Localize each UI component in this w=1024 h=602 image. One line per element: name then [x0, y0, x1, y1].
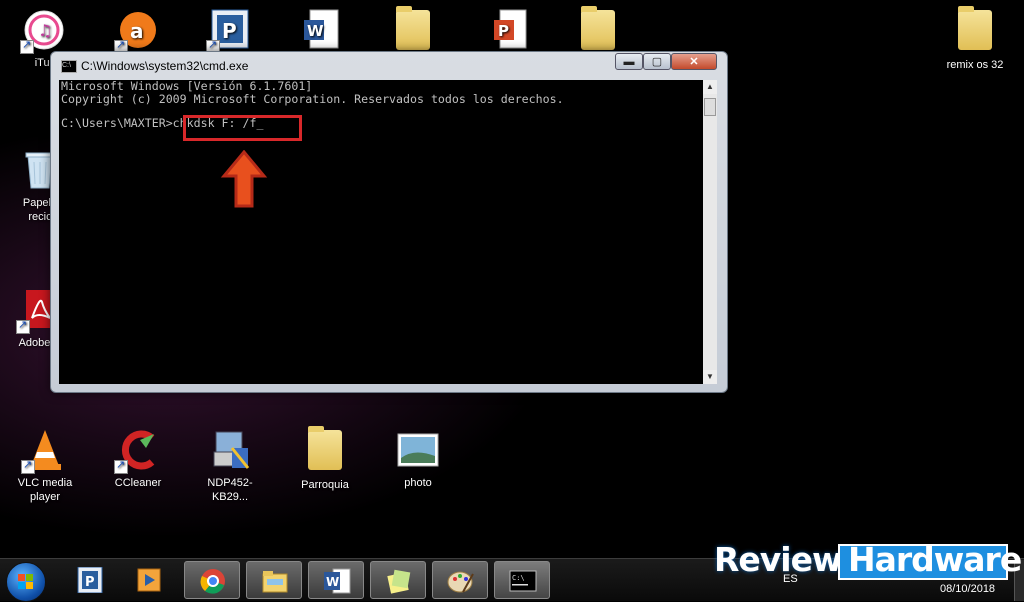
word-document-icon: W: [300, 8, 344, 52]
shortcut-arrow-icon: [114, 458, 128, 474]
image-file-icon: [396, 428, 440, 472]
desktop-icon-remix[interactable]: remix os 32: [935, 6, 1015, 72]
svg-text:P: P: [222, 19, 237, 43]
vertical-scrollbar[interactable]: ▲ ▼: [703, 80, 717, 384]
vlc-icon: [21, 428, 67, 474]
desktop-icon-label: Parroquia: [301, 479, 349, 491]
svg-text:P: P: [85, 575, 95, 590]
desktop-icon-powerpoint[interactable]: P: [470, 8, 550, 56]
folder-icon: [958, 6, 992, 50]
console-line: Microsoft Windows [Versión 6.1.7601]: [61, 79, 313, 93]
desktop-icon-word[interactable]: W: [282, 8, 362, 56]
desktop-icon-label: remix os 32: [946, 59, 1004, 71]
taskbar-word[interactable]: W: [308, 561, 364, 599]
maximize-button[interactable]: ▢: [643, 53, 671, 70]
desktop-icon-vlc[interactable]: VLC media player: [5, 428, 85, 504]
media-player-icon: [137, 568, 161, 592]
taskbar-media-player[interactable]: [122, 561, 178, 599]
desktop-icon-teamviewer[interactable]: P: [190, 8, 270, 56]
clock-date[interactable]: 08/10/2018: [940, 583, 995, 595]
up-arrow-icon: [220, 150, 268, 208]
itunes-icon: ♫: [20, 8, 66, 54]
ccleaner-icon: [114, 428, 160, 474]
watermark-review: Review: [714, 540, 842, 579]
taskbar-chrome[interactable]: [184, 561, 240, 599]
taskbar-sticky-notes[interactable]: [370, 561, 426, 599]
taskbar-teamviewer[interactable]: P: [62, 561, 118, 599]
svg-text:W: W: [307, 22, 324, 40]
folder-icon: [396, 6, 430, 50]
scroll-thumb[interactable]: [704, 98, 716, 116]
scroll-down-arrow-icon[interactable]: ▼: [703, 370, 717, 384]
desktop-icon-avast[interactable]: a: [98, 8, 178, 56]
taskbar-explorer[interactable]: [246, 561, 302, 599]
minimize-button[interactable]: ▬: [615, 53, 643, 70]
svg-text:♫: ♫: [38, 21, 52, 40]
desktop-icon-label: photo: [404, 477, 432, 489]
svg-text:a: a: [130, 19, 144, 43]
windows-logo-icon: [18, 574, 33, 589]
svg-text:W: W: [326, 575, 339, 589]
desktop-icon-ndp[interactable]: NDP452-KB29...: [190, 428, 270, 504]
shortcut-arrow-icon: [20, 38, 34, 54]
svg-text:P: P: [498, 22, 509, 40]
powerpoint-document-icon: P: [488, 8, 532, 52]
console-output[interactable]: Microsoft Windows [Versión 6.1.7601] Cop…: [59, 80, 703, 384]
start-button[interactable]: [6, 562, 46, 602]
desktop-icon-label: NDP452-KB29...: [207, 477, 253, 503]
taskbar-paint[interactable]: [432, 561, 488, 599]
scroll-up-arrow-icon[interactable]: ▲: [703, 80, 717, 94]
sticky-notes-icon: [387, 569, 411, 594]
shortcut-arrow-icon: [16, 318, 30, 334]
watermark-hardware: Hardware: [848, 540, 1022, 579]
cmd-title-icon: C:\: [61, 60, 77, 73]
cmd-icon: C:\: [509, 570, 537, 592]
installer-icon: [208, 428, 252, 472]
shortcut-arrow-icon: [21, 458, 35, 474]
cmd-window[interactable]: C:\ C:\Windows\system32\cmd.exe ▬ ▢ ✕ Mi…: [50, 51, 728, 393]
paint-icon: [447, 571, 474, 593]
cmd-titlebar[interactable]: C:\ C:\Windows\system32\cmd.exe ▬ ▢ ✕: [51, 52, 727, 78]
folder-icon: [308, 426, 342, 470]
teamviewer-icon: P: [77, 567, 103, 593]
desktop-icon-photo[interactable]: photo: [378, 428, 458, 490]
folder-icon: [581, 6, 615, 50]
taskbar-cmd[interactable]: C:\: [494, 561, 550, 599]
teamviewer-icon: P: [206, 8, 252, 54]
word-icon: W: [324, 568, 351, 594]
close-button[interactable]: ✕: [671, 53, 717, 70]
command-highlight-box: [183, 115, 302, 141]
desktop-icon-label: CCleaner: [114, 477, 162, 489]
desktop-icon-label: VLC media player: [17, 477, 73, 503]
avast-icon: a: [114, 8, 160, 54]
cmd-title: C:\Windows\system32\cmd.exe: [81, 59, 249, 73]
desktop-icon-parroquia[interactable]: Parroquia: [285, 426, 365, 492]
console-line: Copyright (c) 2009 Microsoft Corporation…: [61, 92, 564, 106]
file-explorer-icon: [262, 571, 288, 593]
desktop-icon-ccleaner[interactable]: CCleaner: [98, 428, 178, 490]
svg-text:C:\: C:\: [512, 574, 525, 582]
chrome-icon: [200, 569, 225, 594]
